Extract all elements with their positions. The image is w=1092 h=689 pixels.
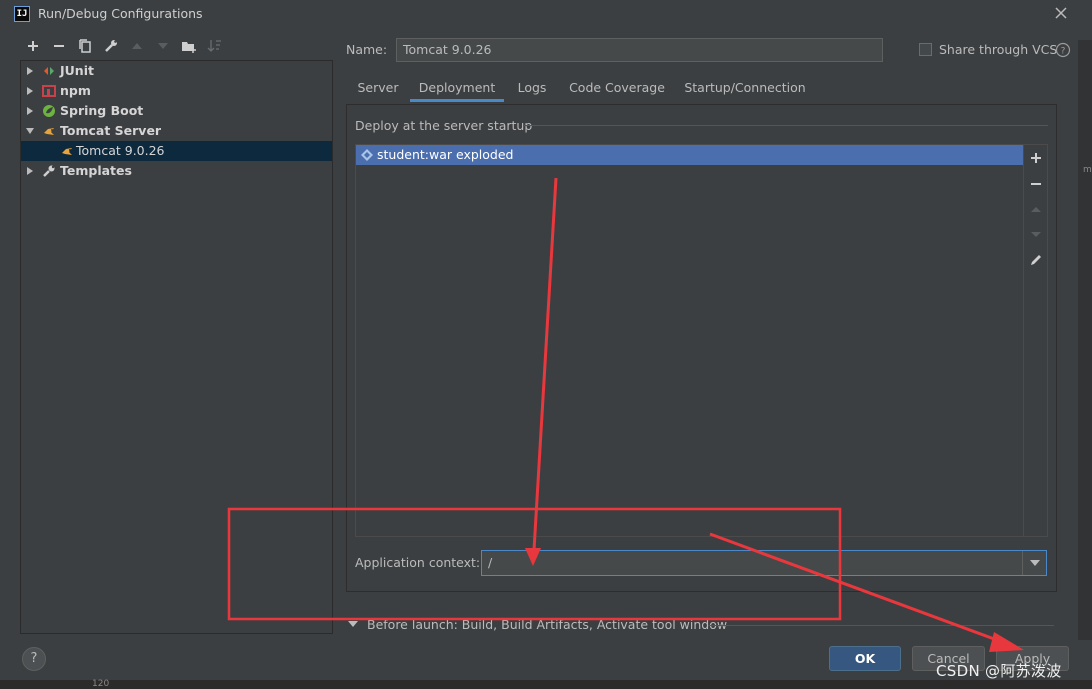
remove-icon[interactable] <box>51 38 67 54</box>
spring-boot-icon <box>42 104 56 118</box>
artifact-toolbar <box>1023 144 1048 537</box>
share-vcs-checkbox[interactable] <box>919 43 932 56</box>
add-icon[interactable] <box>25 38 41 54</box>
artifact-list[interactable] <box>355 144 1024 537</box>
tab-logs[interactable]: Logs <box>510 72 554 102</box>
help-button[interactable]: ? <box>22 647 46 671</box>
name-input[interactable]: Tomcat 9.0.26 <box>396 38 883 62</box>
tab-startup-connection[interactable]: Startup/Connection <box>680 72 810 102</box>
chevron-down-icon[interactable] <box>25 126 35 136</box>
chevron-down-icon[interactable] <box>1030 559 1040 567</box>
combo-divider <box>1022 551 1023 575</box>
chevron-right-icon[interactable] <box>25 86 35 96</box>
sort-icon[interactable] <box>207 38 223 54</box>
chevron-right-icon[interactable] <box>25 166 35 176</box>
tree-item-label: Tomcat 9.0.26 <box>76 143 165 158</box>
background-editor <box>0 680 1092 689</box>
close-icon[interactable] <box>1052 4 1070 22</box>
tree-item-label: npm <box>60 83 91 98</box>
artifact-row[interactable]: student:war exploded <box>356 145 1023 165</box>
tree-item-tomcat-9[interactable]: Tomcat 9.0.26 <box>21 141 332 161</box>
tree-item-label: Templates <box>60 163 132 178</box>
tomcat-icon <box>60 144 74 158</box>
section-divider <box>708 625 1054 626</box>
tree-item-npm[interactable]: npm <box>21 81 332 101</box>
artifact-icon <box>360 148 374 162</box>
tomcat-icon <box>42 124 56 138</box>
section-divider <box>524 125 1048 126</box>
folder-icon[interactable] <box>181 38 197 54</box>
window-title: Run/Debug Configurations <box>38 6 203 21</box>
chevron-right-icon[interactable] <box>25 66 35 76</box>
before-launch-label[interactable]: Before launch: Build, Build Artifacts, A… <box>367 617 727 632</box>
move-down-icon[interactable] <box>155 38 171 54</box>
wrench-icon[interactable] <box>103 38 119 54</box>
move-down-icon[interactable] <box>1029 227 1043 241</box>
tab-server[interactable]: Server <box>352 72 404 102</box>
name-label: Name: <box>346 42 388 57</box>
move-up-icon[interactable] <box>1029 203 1043 217</box>
intellij-logo-icon: IJ <box>14 6 30 22</box>
add-icon[interactable] <box>1029 151 1043 165</box>
tree-item-templates[interactable]: Templates <box>21 161 332 181</box>
tree-item-spring-boot[interactable]: Spring Boot <box>21 101 332 121</box>
tab-deployment[interactable]: Deployment <box>410 72 504 102</box>
line-number: 120 <box>92 679 110 689</box>
chevron-down-icon[interactable] <box>348 620 358 628</box>
share-vcs-label[interactable]: Share through VCS <box>939 42 1057 57</box>
tree-item-label: Spring Boot <box>60 103 144 118</box>
deploy-section-label: Deploy at the server startup <box>355 118 533 133</box>
help-icon[interactable]: ? <box>1055 42 1071 58</box>
tree-item-junit[interactable]: JUnit <box>21 61 332 81</box>
tab-code-coverage[interactable]: Code Coverage <box>563 72 671 102</box>
copy-icon[interactable] <box>77 38 93 54</box>
watermark: CSDN @阿苏泼波 <box>936 662 1062 680</box>
move-up-icon[interactable] <box>129 38 145 54</box>
svg-text:?: ? <box>1061 47 1066 57</box>
app-context-value[interactable]: / <box>488 555 492 570</box>
artifact-label: student:war exploded <box>377 147 514 162</box>
tree-item-label: Tomcat Server <box>60 123 162 138</box>
junit-icon <box>42 64 56 78</box>
wrench-icon <box>42 164 56 178</box>
configuration-tree[interactable]: JUnit npm Spring Boot Tomcat Server Tomc… <box>20 60 333 634</box>
remove-icon[interactable] <box>1029 177 1043 191</box>
tree-item-label: JUnit <box>60 63 94 78</box>
background-editor-mark: m <box>1083 165 1092 175</box>
tree-item-tomcat-server[interactable]: Tomcat Server <box>21 121 332 141</box>
chevron-right-icon[interactable] <box>25 106 35 116</box>
npm-icon <box>42 84 56 98</box>
ok-button[interactable]: OK <box>829 646 901 671</box>
background-editor-strip <box>1078 40 1092 640</box>
edit-icon[interactable] <box>1029 253 1043 267</box>
app-context-combobox[interactable]: / <box>481 550 1047 576</box>
app-context-label: Application context: <box>355 555 481 570</box>
